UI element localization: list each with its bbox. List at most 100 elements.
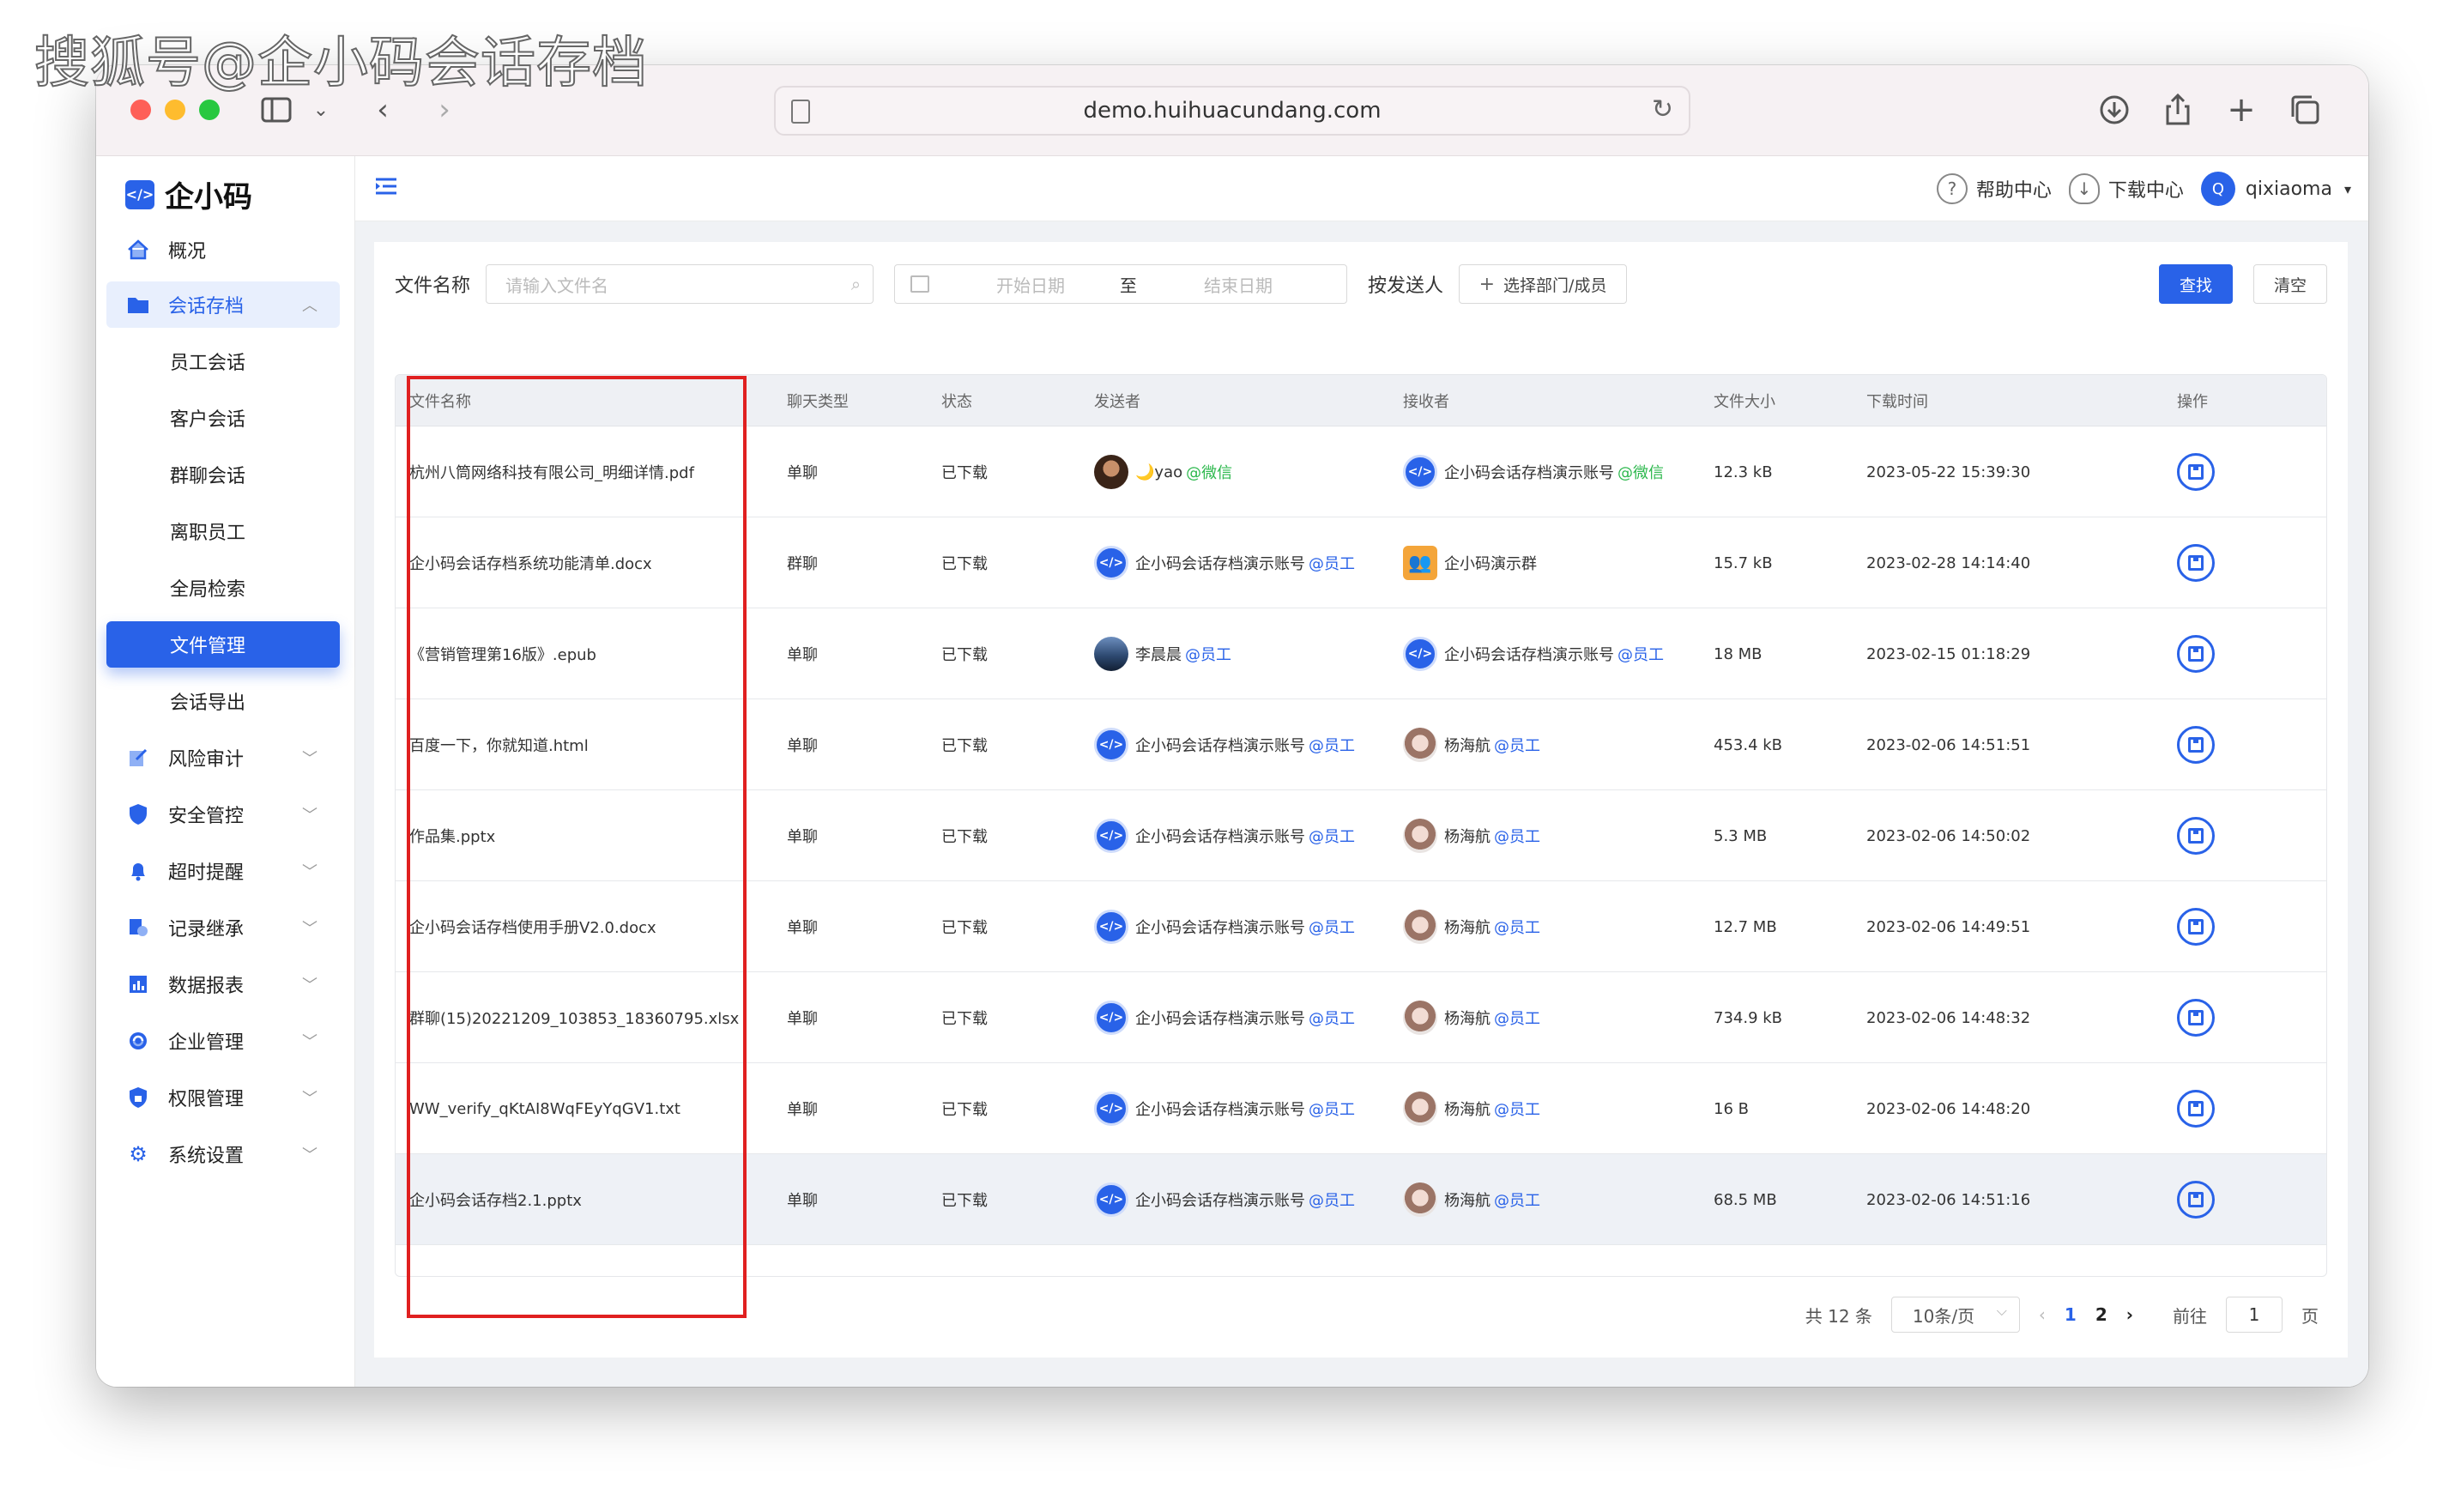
avatar: [1403, 1182, 1437, 1217]
pagination: 共 12 条 10条/页 ‹ 1 2 › 前往 1 页: [1805, 1296, 2319, 1334]
column-header: 文件名称: [409, 393, 471, 411]
receiver-cell: 杨海航 @员工: [1403, 790, 1540, 881]
sidebar-item-employee-chats[interactable]: 员工会话: [106, 338, 340, 384]
sidebar-item-risk-audit[interactable]: 风险审计 ﹀: [106, 735, 340, 781]
sidebar-item-customer-chats[interactable]: 客户会话: [106, 395, 340, 441]
download-time: 2023-02-15 01:18:29: [1866, 644, 2031, 663]
file-name-cell: 群聊(15)20221209_103853_18360795.xlsx: [409, 972, 739, 1063]
table-row[interactable]: WW_verify_qKtAI8WqFEyYqGV1.txt 单聊 已下载 </> 企小…: [396, 1063, 2326, 1154]
file-name: 群聊(15)20221209_103853_18360795.xlsx: [409, 1010, 740, 1028]
logo-mark: </>: [125, 179, 154, 209]
save-icon[interactable]: [2177, 999, 2215, 1037]
sidebar-item-timeout-reminder[interactable]: 超时提醒 ﹀: [106, 848, 340, 894]
table-row[interactable]: 《营销管理第16版》.epub 单聊 已下载 李晨晨 @员工 </> 企小码会话存档演示账号…: [396, 608, 2326, 699]
file-table: 文件名称 聊天类型 状态 发送者 接收者 文件大小 下载时间 操作 杭州八筒网络科技有限公司_…: [395, 374, 2327, 1277]
save-icon[interactable]: [2177, 1090, 2215, 1128]
sidebar-item-label: 数据报表: [168, 976, 245, 997]
chevron-down-icon: ﹀: [302, 977, 317, 995]
sidebar-item-system-settings[interactable]: ⚙ 系统设置 ﹀: [106, 1131, 340, 1177]
close-window-button[interactable]: [130, 100, 151, 120]
file-size: 12.7 MB: [1714, 917, 1777, 936]
page-1-button[interactable]: 1: [2065, 1304, 2077, 1325]
table-row[interactable]: 企小码会话存档2.1.pptx 单聊 已下载 </> 企小码会话存档演示账号 @员工 杨海航…: [396, 1154, 2326, 1245]
sidebar-item-security-control[interactable]: 安全管控 ﹀: [106, 791, 340, 838]
group-avatar: 👥: [1403, 546, 1437, 580]
clear-button[interactable]: 清空: [2253, 264, 2327, 304]
browser-window: ⌄ ‹ › demo.huihuacundang.com ↻ + </> 企小码…: [96, 65, 2368, 1387]
sidebar-item-resigned-employees[interactable]: 离职员工: [106, 508, 340, 554]
tabs-icon[interactable]: [2286, 91, 2324, 129]
prev-page-icon[interactable]: ‹: [2039, 1304, 2046, 1325]
save-icon[interactable]: [2177, 1181, 2215, 1219]
sender-name: 李晨晨: [1135, 646, 1182, 664]
sender-tag: @员工: [1309, 1101, 1355, 1119]
table-row[interactable]: 杭州八筒网络科技有限公司_明细详情.pdf 单聊 已下载 🌙yao @微信 </> 企小码会…: [396, 426, 2326, 517]
file-size: 453.4 kB: [1714, 735, 1783, 754]
transfer-icon: [125, 915, 151, 940]
sender-name: 企小码会话存档演示账号: [1135, 828, 1305, 846]
sidebar-item-permission-management[interactable]: 权限管理 ﹀: [106, 1074, 340, 1121]
sidebar-item-chat-export[interactable]: 会话导出: [106, 678, 340, 724]
table-row[interactable]: 群聊(15)20221209_103853_18360795.xlsx 单聊 已下载…: [396, 972, 2326, 1063]
avatar: [1403, 910, 1437, 944]
user-menu[interactable]: Q qixiaoma ▾: [2200, 172, 2351, 206]
sidebar-item-data-reports[interactable]: 数据报表 ﹀: [106, 961, 340, 1007]
file-size-cell: 16 B: [1714, 1063, 1749, 1154]
next-page-icon[interactable]: ›: [2126, 1304, 2133, 1325]
sidebar-item-group-chats[interactable]: 群聊会话: [106, 451, 340, 498]
table-row[interactable]: 企小码会话存档使用手册V2.0.docx 单聊 已下载 </> 企小码会话存档演示账号 @…: [396, 881, 2326, 972]
download-center-link[interactable]: ↓ 下载中心: [2068, 173, 2184, 204]
app-logo[interactable]: </> 企小码: [125, 173, 252, 215]
sender-name: 🌙yao: [1135, 463, 1183, 481]
table-row[interactable]: 百度一下，你就知道.html 单聊 已下载 </> 企小码会话存档演示账号 @员工 杨海航 @…: [396, 699, 2326, 790]
sidebar-item-label: 安全管控: [168, 806, 245, 827]
download-icon[interactable]: [2095, 91, 2133, 129]
sidebar-item-global-search[interactable]: 全局检索: [106, 565, 340, 611]
sidebar-item-overview[interactable]: 概况: [106, 227, 340, 273]
sidebar-item-chat-archive[interactable]: 会话存档 ︿: [106, 281, 340, 328]
plus-icon[interactable]: +: [2222, 90, 2260, 130]
save-icon[interactable]: [2177, 817, 2215, 855]
sidebar-item-file-management[interactable]: 文件管理: [106, 621, 340, 668]
page-2-button[interactable]: 2: [2095, 1304, 2107, 1325]
status-text: 已下载: [941, 1192, 988, 1210]
select-member-button[interactable]: + 选择部门/成员: [1459, 264, 1628, 304]
column-header: 操作: [2177, 393, 2208, 411]
folder-icon: [125, 292, 151, 318]
address-bar[interactable]: demo.huihuacundang.com ↻: [774, 86, 1690, 136]
sidebar-item-record-inheritance[interactable]: 记录继承 ﹀: [106, 904, 340, 951]
sender-tag: @员工: [1309, 555, 1355, 573]
app-header: ? 帮助中心 ↓ 下载中心 Q qixiaoma ▾: [355, 156, 2368, 221]
avatar: [1403, 819, 1437, 853]
save-icon[interactable]: [2177, 453, 2215, 491]
table-row[interactable]: 企小码会话存档系统功能清单.docx 群聊 已下载 </> 企小码会话存档演示账号 @员工…: [396, 517, 2326, 608]
download-time-cell: 2023-02-06 14:50:02: [1866, 790, 2030, 881]
sidebar-item-label: 权限管理: [168, 1089, 245, 1110]
goto-page-input[interactable]: 1: [2226, 1297, 2283, 1333]
status-text: 已下载: [941, 919, 988, 937]
avatar: </>: [1094, 1001, 1128, 1035]
save-icon[interactable]: [2177, 635, 2215, 673]
search-button[interactable]: 查找: [2159, 264, 2233, 304]
save-icon[interactable]: [2177, 908, 2215, 946]
sender-cell: </> 企小码会话存档演示账号 @员工: [1094, 1154, 1355, 1245]
maximize-window-button[interactable]: [199, 100, 220, 120]
menu-collapse-icon[interactable]: [374, 173, 398, 202]
caret-down-icon: ▾: [2343, 180, 2351, 197]
save-icon[interactable]: [2177, 726, 2215, 764]
file-size-cell: 15.7 kB: [1714, 517, 1773, 608]
sidebar-item-enterprise-management[interactable]: 企业管理 ﹀: [106, 1018, 340, 1064]
table-row[interactable]: 作品集.pptx 单聊 已下载 </> 企小码会话存档演示账号 @员工 杨海航 @员工 5.3 …: [396, 790, 2326, 881]
share-icon[interactable]: [2159, 91, 2197, 129]
page-size-select[interactable]: 10条/页: [1890, 1297, 2020, 1333]
save-icon[interactable]: [2177, 544, 2215, 582]
sidebar-item-label: 概况: [168, 241, 207, 263]
plus-icon: +: [1478, 273, 1496, 295]
help-center-link[interactable]: ? 帮助中心: [1936, 173, 2052, 204]
reload-icon[interactable]: ↻: [1652, 94, 1673, 124]
minimize-window-button[interactable]: [165, 100, 185, 120]
file-size-cell: 453.4 kB: [1714, 699, 1782, 790]
date-range-picker[interactable]: 开始日期 至 结束日期: [894, 264, 1348, 304]
chat-type: 单聊: [787, 828, 818, 846]
file-name-input[interactable]: 请输入文件名 ⌕: [486, 264, 874, 304]
